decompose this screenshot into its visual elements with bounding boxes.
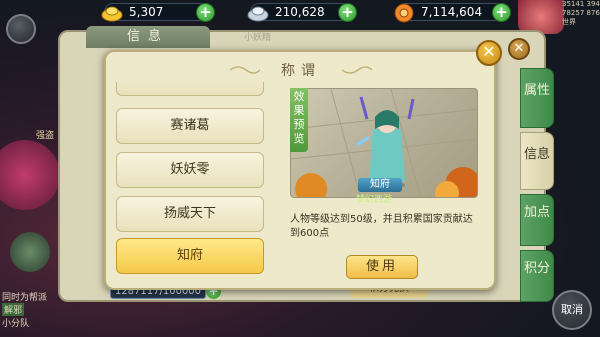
close-modal-button[interactable]: ✕ [476,40,502,66]
close-icon: ✕ [482,42,496,61]
preview-label-char: 览 [293,132,305,145]
list-item-label: 妖妖零 [170,162,210,177]
preview-label-char: 预 [293,118,305,131]
info-panel-subtitle: 小妖精 [244,33,272,43]
readout-line-1: 35141 394 [562,0,600,8]
silver-ingot-counter: 210,628 + [247,3,357,22]
cancel-button[interactable]: 取消 [552,290,592,330]
silver-value: 210,628 [275,5,325,19]
coin-counter: 7,114,604 + [394,3,511,23]
tab-add-points[interactable]: 加点 [520,194,554,246]
list-item[interactable] [116,82,264,96]
left-tag-4: 小分队 [2,319,30,329]
coin-icon [394,3,414,23]
tab-attributes[interactable]: 属性 [520,68,554,128]
character-sprite [356,96,415,189]
tab-info[interactable]: 信息 [520,132,554,190]
close-icon: ✕ [513,41,525,56]
character-name: 梦幻西游 [356,195,393,205]
use-title-button[interactable]: 使用 [346,255,418,279]
preview-effect-label: 效 果 预 览 [290,88,308,152]
add-gold-button[interactable]: + [196,3,215,22]
list-item-label: 扬威天下 [163,206,216,221]
list-item-label: 赛诸葛 [170,118,210,133]
close-panel-button[interactable]: ✕ [508,38,530,60]
coin-value: 7,114,604 [421,5,483,19]
tab-points-label: 积分 [523,261,550,276]
tab-add-points-label: 加点 [523,205,550,220]
preview-label-char: 效 [293,90,305,103]
gold-ingot-icon [101,6,123,22]
readout-line-2: 78257 876 [562,9,600,17]
character-title-badge: 知府 [358,178,402,192]
ornament-right-icon [342,66,372,74]
left-tag-2: 同时为帮派 [2,293,48,303]
gold-value: 5,307 [129,5,164,19]
scene-decoration [10,232,50,272]
list-item[interactable]: 妖妖零 [116,152,264,188]
modal-title-bar: 称谓 [106,52,494,86]
list-item[interactable]: 扬威天下 [116,196,264,232]
preview-label-char: 果 [293,104,305,117]
modal-title: 称谓 [281,63,321,79]
info-panel-title: 信息 [86,26,210,48]
tab-points[interactable]: 积分 [520,250,554,302]
readout-line-3: 世界 [562,18,576,26]
list-item[interactable]: 赛诸葛 [116,108,264,144]
scene-decoration [0,140,60,210]
add-silver-button[interactable]: + [338,3,357,22]
silver-ingot-icon [247,6,269,22]
title-description: 人物等级达到50级，并且积累国家贡献达到600点 [290,214,473,239]
list-item-selected[interactable]: 知府 [116,238,264,274]
avatar[interactable] [518,0,564,34]
left-tag-1: 强盗 [36,131,55,141]
gold-ingot-counter: 5,307 + [101,3,215,22]
left-menu-button[interactable] [6,14,36,44]
map-readout: 35141 394 78257 876 世界 [562,0,600,40]
list-item-label: 知府 [176,248,203,263]
tab-info-label: 信息 [523,147,550,162]
title-list[interactable]: 赛诸葛 妖妖零 扬威天下 知府 [112,82,268,278]
add-coin-button[interactable]: + [492,3,511,22]
currency-bar: 5,307 + 210,628 + 7,114,604 + 35141 394 … [0,0,600,34]
tab-attributes-label: 属性 [523,83,550,98]
left-tag-3: 解邪 [2,303,25,316]
